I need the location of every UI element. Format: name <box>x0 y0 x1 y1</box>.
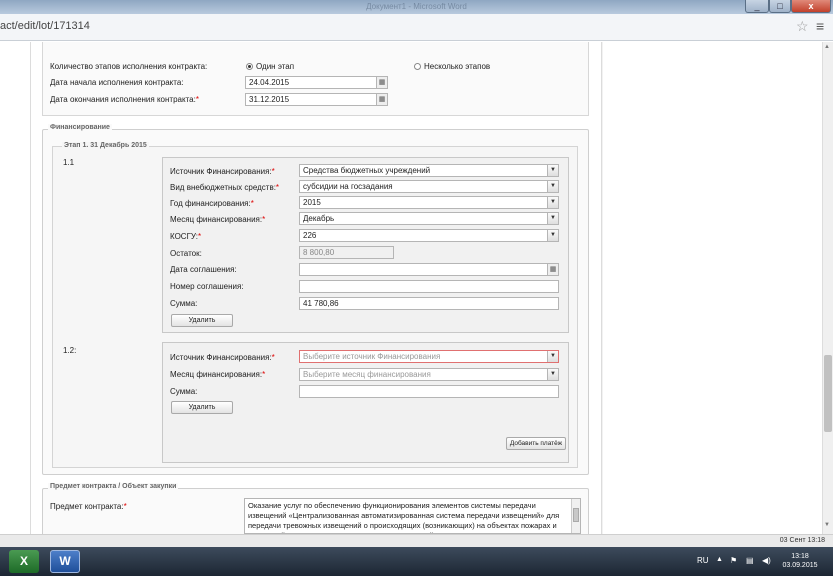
chevron-down-icon[interactable]: ▼ <box>547 351 558 362</box>
textarea-scrollbar[interactable] <box>571 499 580 533</box>
chevron-down-icon[interactable]: ▼ <box>547 369 558 380</box>
rest-field: 8 800,80 <box>299 246 394 259</box>
subject-legend: Предмет контракта / Объект закупки <box>48 483 179 490</box>
page-viewport: Количество этапов исполнения контракта: … <box>0 42 822 534</box>
language-indicator[interactable]: RU <box>697 556 709 565</box>
chevron-down-icon[interactable]: ▼ <box>547 165 558 176</box>
browser-menu-icon[interactable]: ≡ <box>816 18 824 34</box>
network-icon[interactable]: ▤ <box>746 556 754 565</box>
kosgu-label: КОСГУ:* <box>170 232 202 241</box>
chevron-down-icon[interactable]: ▼ <box>547 197 558 208</box>
scroll-down-icon[interactable]: ▼ <box>824 522 830 528</box>
extra-funds-label: Вид внебюджетных средств:* <box>170 183 280 192</box>
radio-multi-stage[interactable] <box>414 63 421 70</box>
start-date-label: Дата начала исполнения контракта: <box>50 78 184 87</box>
status-bar: 03 Сент 13:18 <box>0 534 833 547</box>
scrollbar-thumb[interactable] <box>824 355 832 432</box>
agreement-date-label: Дата соглашения: <box>170 265 237 274</box>
source-label: Источник Финансирования:* <box>170 353 275 362</box>
start-date-input[interactable]: 24.04.2015 ▦ <box>245 76 388 89</box>
source-label: Источник Финансирования:* <box>170 167 275 176</box>
tray-expand-icon[interactable]: ▲ <box>716 556 723 563</box>
stages-count-label: Количество этапов исполнения контракта: <box>50 62 208 71</box>
calendar-icon[interactable]: ▦ <box>376 94 387 105</box>
clock[interactable]: 13:18 03.09.2015 <box>775 552 825 570</box>
window-title: Документ1 - Microsoft Word <box>366 2 467 11</box>
bookmark-star-icon[interactable]: ☆ <box>796 18 809 35</box>
item-1-number: 1.1 <box>63 158 75 167</box>
chevron-down-icon[interactable]: ▼ <box>547 213 558 224</box>
month-label: Месяц финансирования:* <box>170 215 266 224</box>
month-label: Месяц финансирования:* <box>170 370 266 379</box>
agreement-number-input[interactable] <box>299 280 559 293</box>
sum-label: Сумма: <box>170 387 198 396</box>
year-select[interactable]: 2015 ▼ <box>299 196 559 209</box>
kosgu-select[interactable]: 226 ▼ <box>299 229 559 242</box>
volume-icon[interactable]: ◀) <box>762 556 771 565</box>
radio-one-stage[interactable] <box>246 63 253 70</box>
radio-multi-stage-label: Несколько этапов <box>424 62 491 71</box>
clock-date: 03.09.2015 <box>782 562 818 569</box>
source-select[interactable]: Средства бюджетных учреждений ▼ <box>299 164 559 177</box>
flag-icon[interactable]: ⚑ <box>730 556 737 565</box>
year-label: Год финансирования:* <box>170 199 254 208</box>
month-select[interactable]: Выберите месяц финансирования ▼ <box>299 368 559 381</box>
minimize-button[interactable]: _ <box>745 0 769 13</box>
scroll-up-icon[interactable]: ▲ <box>824 44 830 50</box>
agreement-number-label: Номер соглашения: <box>170 282 244 291</box>
chevron-down-icon[interactable]: ▼ <box>547 181 558 192</box>
radio-one-stage-label: Один этап <box>256 62 295 71</box>
subject-label: Предмет контракта:* <box>50 502 127 511</box>
agreement-date-input[interactable]: ▦ <box>299 263 559 276</box>
close-button[interactable]: x <box>791 0 831 13</box>
rest-label: Остаток: <box>170 249 202 258</box>
word-app-icon[interactable]: W <box>50 550 80 573</box>
add-payment-button[interactable]: Добавить платёж <box>506 437 566 450</box>
address-bar[interactable]: act/edit/lot/171314 ☆ ≡ <box>0 14 833 41</box>
url-text[interactable]: act/edit/lot/171314 <box>0 20 90 32</box>
taskbar: X W RU ▲ ⚑ ▤ ◀) 13:18 03.09.2015 <box>0 547 833 576</box>
sum-input[interactable] <box>299 385 559 398</box>
chevron-down-icon[interactable]: ▼ <box>547 230 558 241</box>
status-text: 03 Сент 13:18 <box>779 537 825 544</box>
calendar-icon[interactable]: ▦ <box>376 77 387 88</box>
financing-legend: Финансирование <box>48 124 112 131</box>
sum-label: Сумма: <box>170 299 198 308</box>
extra-funds-select[interactable]: субсидии на госзадания ▼ <box>299 180 559 193</box>
end-date-input[interactable]: 31.12.2015 ▦ <box>245 93 388 106</box>
subject-textarea[interactable]: Оказание услуг по обеспечению функционир… <box>244 498 581 534</box>
source-select[interactable]: Выберите источник Финансирования ▼ <box>299 350 559 363</box>
item-2-number: 1.2: <box>63 346 77 355</box>
delete-item-1-button[interactable]: Удалить <box>171 314 233 327</box>
excel-app-icon[interactable]: X <box>9 550 39 573</box>
end-date-label: Дата окончания исполнения контракта:* <box>50 95 199 104</box>
window-title-bar: Документ1 - Microsoft Word _ □ x <box>0 0 833 14</box>
sum-input[interactable]: 41 780,86 <box>299 297 559 310</box>
maximize-button[interactable]: □ <box>769 0 791 13</box>
page-scrollbar[interactable]: ▲ ▼ <box>822 42 833 534</box>
delete-item-2-button[interactable]: Удалить <box>171 401 233 414</box>
stage-1-legend: Этап 1. 31 Декабрь 2015 <box>62 142 149 149</box>
clock-time: 13:18 <box>791 553 809 560</box>
month-select[interactable]: Декабрь ▼ <box>299 212 559 225</box>
calendar-icon[interactable]: ▦ <box>547 264 558 275</box>
